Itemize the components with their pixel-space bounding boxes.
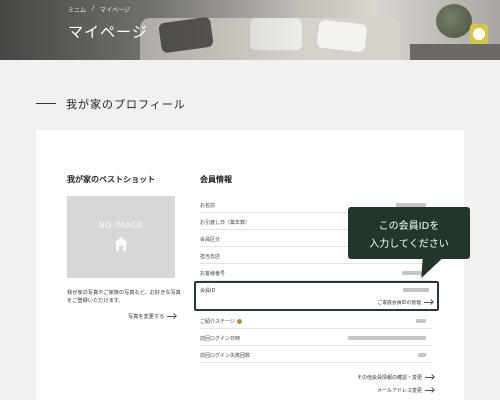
- callout-tooltip: この会員IDを 入力してください: [348, 207, 470, 259]
- info-icon[interactable]: [236, 319, 242, 324]
- referral-stage-label: ご紹介ステージ: [200, 319, 235, 325]
- member-row-label: お名前: [200, 203, 216, 209]
- member-row-last-login: 前回ログイン日時: [200, 330, 432, 346]
- other-member-info-label: その他会員情報の確認・変更: [356, 375, 422, 381]
- other-member-info-link[interactable]: その他会員情報の確認・変更: [357, 374, 434, 381]
- member-row-label: 前回ログイン日時: [200, 336, 241, 342]
- email-change-label: メールアドレス変更: [376, 388, 422, 394]
- arrow-right-icon: [424, 302, 433, 303]
- house-icon: [114, 237, 128, 251]
- member-row-label: 担当支店: [200, 254, 221, 260]
- member-id-highlight: 会員ID ご家族会員IDの管理: [194, 281, 439, 311]
- arrow-right-icon: [425, 390, 434, 391]
- masked-value: [416, 319, 426, 323]
- breadcrumb-current: マイページ: [100, 7, 130, 14]
- profile-card: 我が家のベストショット NO IMAGE 我が家の写真やご家族の写真など、お好き…: [36, 130, 464, 400]
- section-divider: [36, 103, 56, 104]
- callout-line-1: この会員IDを: [378, 221, 440, 232]
- page-title: マイページ: [68, 23, 148, 41]
- arrow-right-icon: [425, 377, 434, 378]
- breadcrumb-home[interactable]: ミニム: [68, 5, 86, 14]
- member-row-label: お引渡し日（築年数）: [200, 220, 251, 226]
- change-photo-link[interactable]: 写真を変更する: [128, 313, 177, 320]
- section-title: 我が家のプロフィール: [66, 98, 186, 111]
- photo-placeholder: NO IMAGE: [67, 196, 175, 278]
- breadcrumb: ミニム / マイページ: [68, 5, 130, 14]
- photo-heading: 我が家のベストショット: [67, 175, 156, 184]
- callout-line-2: 入力してください: [369, 239, 449, 250]
- breadcrumb-separator: /: [92, 5, 95, 12]
- change-photo-label: 写真を変更する: [128, 314, 165, 320]
- member-row-label: 前回ログイン失敗回数: [200, 353, 251, 359]
- family-id-management-link[interactable]: ご家族会員IDの管理: [378, 299, 433, 306]
- family-id-management-label: ご家族会員IDの管理: [377, 301, 421, 306]
- hero-banner: ミニム / マイページ マイページ: [0, 0, 500, 60]
- member-row-label: 会員区分: [200, 237, 221, 243]
- no-image-label: NO IMAGE: [98, 221, 144, 230]
- member-heading: 会員情報: [200, 175, 232, 184]
- masked-value: [348, 336, 426, 340]
- member-row-referral-stage: ご紹介ステージ: [200, 313, 432, 329]
- member-row-label: お客様番号: [200, 271, 226, 277]
- photo-description: 我が家の写真やご家族の写真など、お好きな写真をご登録いただけます。: [67, 290, 181, 304]
- member-row-label: ご紹介ステージ: [200, 318, 242, 325]
- member-row-login-failures: 前回ログイン失敗回数: [200, 347, 432, 363]
- member-id-label: 会員ID: [200, 288, 216, 294]
- masked-value: [403, 288, 429, 292]
- arrow-right-icon: [167, 316, 177, 317]
- email-change-link[interactable]: メールアドレス変更: [377, 387, 434, 394]
- masked-value: [418, 353, 426, 357]
- member-row-customer-number: お客様番号: [200, 265, 432, 281]
